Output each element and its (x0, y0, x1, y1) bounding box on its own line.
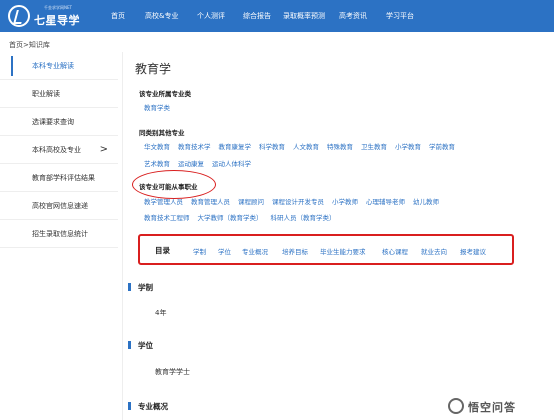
seven-logo-icon (8, 5, 30, 27)
sidebar-item-label: 高校官网信息速递 (32, 202, 88, 210)
chevron-right-icon: > (99, 144, 108, 155)
major-tag[interactable]: 运动康复 (178, 160, 204, 168)
career-tag[interactable]: 教学管理人员 (144, 198, 183, 206)
sidebar-item-course-requirements[interactable]: 选课要求查询 (0, 108, 118, 136)
major-tag[interactable]: 教育康复学 (219, 143, 252, 151)
similar-majors-row: 艺术教育 运动康复 运动人体科学 (144, 158, 259, 168)
careers-row: 教育技术工程师 大学教师（教育学类） 科研人员（教育学类） (144, 212, 344, 222)
major-tag[interactable]: 学前教育 (429, 143, 455, 151)
nav-colleges-majors[interactable]: 高校&专业 (145, 11, 178, 21)
section-heading-degree: 学位 (128, 340, 153, 351)
logo[interactable]: 千金求学网NET 七星导学 (8, 4, 98, 28)
sidebar-item-official-news[interactable]: 高校官网信息速递 (0, 192, 118, 220)
section-heading-overview: 专业概况 (128, 401, 168, 412)
duration-value: 4年 (155, 309, 167, 317)
career-tag[interactable]: 小学教师 (332, 198, 358, 206)
sidebar-divider (122, 52, 123, 420)
nav-assessment[interactable]: 个人测评 (197, 11, 225, 21)
similar-majors-title: 同类别其他专业 (139, 129, 185, 137)
career-tag[interactable]: 大学教师（教育学类） (198, 214, 263, 222)
major-tag[interactable]: 人文教育 (293, 143, 319, 151)
breadcrumb: 首页>知识库 (9, 40, 50, 50)
careers-row: 教学管理人员 教育管理人员 课程顾问 课程设计开发专员 小学教师 心理辅导老师 幼儿教师 (144, 196, 447, 206)
career-tag[interactable]: 教育管理人员 (191, 198, 230, 206)
sidebar-item-major-interpretation[interactable]: 本科专业解读 (0, 52, 118, 80)
table-of-contents: 目录 学制 学位 专业概况 培养目标 毕业生能力要求 核心课程 就业去向 报考建… (138, 234, 514, 265)
sidebar-item-label: 选课要求查询 (32, 118, 74, 126)
logo-name: 七星导学 (34, 14, 80, 27)
sidebar-item-admission-stats[interactable]: 招生录取信息统计 (0, 220, 118, 248)
breadcrumb-home[interactable]: 首页 (9, 41, 23, 49)
major-tag[interactable]: 华文教育 (144, 143, 170, 151)
career-tag[interactable]: 幼儿教师 (413, 198, 439, 206)
sidebar-item-label: 本科专业解读 (32, 62, 74, 70)
similar-majors-row: 华文教育 教育技术学 教育康复学 科学教育 人文教育 特殊教育 卫生教育 小学教育 学前教育 (144, 141, 463, 151)
toc-link-overview[interactable]: 专业概况 (242, 246, 268, 256)
category-tag[interactable]: 教育学类 (144, 104, 170, 112)
sidebar: 本科专业解读 职业解读 选课要求查询 本科高校及专业 > 教育部学科评估结果 高校… (0, 52, 118, 248)
nav-home[interactable]: 首页 (111, 11, 125, 21)
sidebar-item-discipline-evaluation[interactable]: 教育部学科评估结果 (0, 164, 118, 192)
wukong-icon (448, 398, 464, 414)
toc-link-duration[interactable]: 学制 (193, 246, 206, 256)
nav-report[interactable]: 综合报告 (243, 11, 271, 21)
top-nav-bar: 千金求学网NET 七星导学 首页 高校&专业 个人测评 综合报告 录取概率预测 … (0, 0, 554, 32)
breadcrumb-current[interactable]: 知识库 (29, 41, 50, 49)
major-tag[interactable]: 科学教育 (259, 143, 285, 151)
career-tag[interactable]: 教育技术工程师 (144, 214, 190, 222)
toc-label: 目录 (155, 246, 170, 255)
nav-admission-prediction[interactable]: 录取概率预测 (283, 11, 325, 21)
major-tag[interactable]: 运动人体科学 (212, 160, 251, 168)
toc-link-ability-requirements[interactable]: 毕业生能力要求 (320, 246, 366, 256)
sidebar-item-career-interpretation[interactable]: 职业解读 (0, 80, 118, 108)
watermark-text: 悟空问答 (468, 401, 516, 414)
sidebar-item-label: 本科高校及专业 (32, 146, 81, 154)
career-tag[interactable]: 科研人员（教育学类） (271, 214, 336, 222)
major-tag[interactable]: 小学教育 (395, 143, 421, 151)
major-tag[interactable]: 教育技术学 (178, 143, 211, 151)
careers-title: 该专业可能从事职业 (139, 183, 198, 191)
toc-link-employment[interactable]: 就业去向 (421, 246, 447, 256)
nav-news[interactable]: 高考资讯 (339, 11, 367, 21)
career-tag[interactable]: 课程顾问 (238, 198, 264, 206)
watermark: 悟空问答 (446, 396, 550, 416)
nav-learning-platform[interactable]: 学习平台 (386, 11, 414, 21)
page-title: 教育学 (135, 62, 172, 76)
major-tag[interactable]: 卫生教育 (361, 143, 387, 151)
sidebar-item-label: 招生录取信息统计 (32, 230, 88, 238)
toc-link-degree[interactable]: 学位 (218, 246, 231, 256)
toc-link-objectives[interactable]: 培养目标 (282, 246, 308, 256)
category-title: 该专业所属专业类 (139, 90, 191, 98)
major-tag[interactable]: 特殊教育 (327, 143, 353, 151)
sidebar-item-label: 职业解读 (32, 90, 60, 98)
major-tag[interactable]: 艺术教育 (144, 160, 170, 168)
career-tag[interactable]: 课程设计开发专员 (272, 198, 324, 206)
toc-link-application-advice[interactable]: 报考建议 (460, 246, 486, 256)
section-heading-duration: 学制 (128, 282, 153, 293)
sidebar-item-label: 教育部学科评估结果 (32, 174, 95, 182)
category-tags: 教育学类 (144, 102, 178, 112)
toc-link-core-courses[interactable]: 核心课程 (382, 246, 408, 256)
logo-slogan: 千金求学网NET (44, 5, 72, 10)
career-tag[interactable]: 心理辅导老师 (366, 198, 405, 206)
degree-value: 教育学学士 (155, 368, 190, 376)
sidebar-item-colleges-majors[interactable]: 本科高校及专业 > (0, 136, 118, 164)
